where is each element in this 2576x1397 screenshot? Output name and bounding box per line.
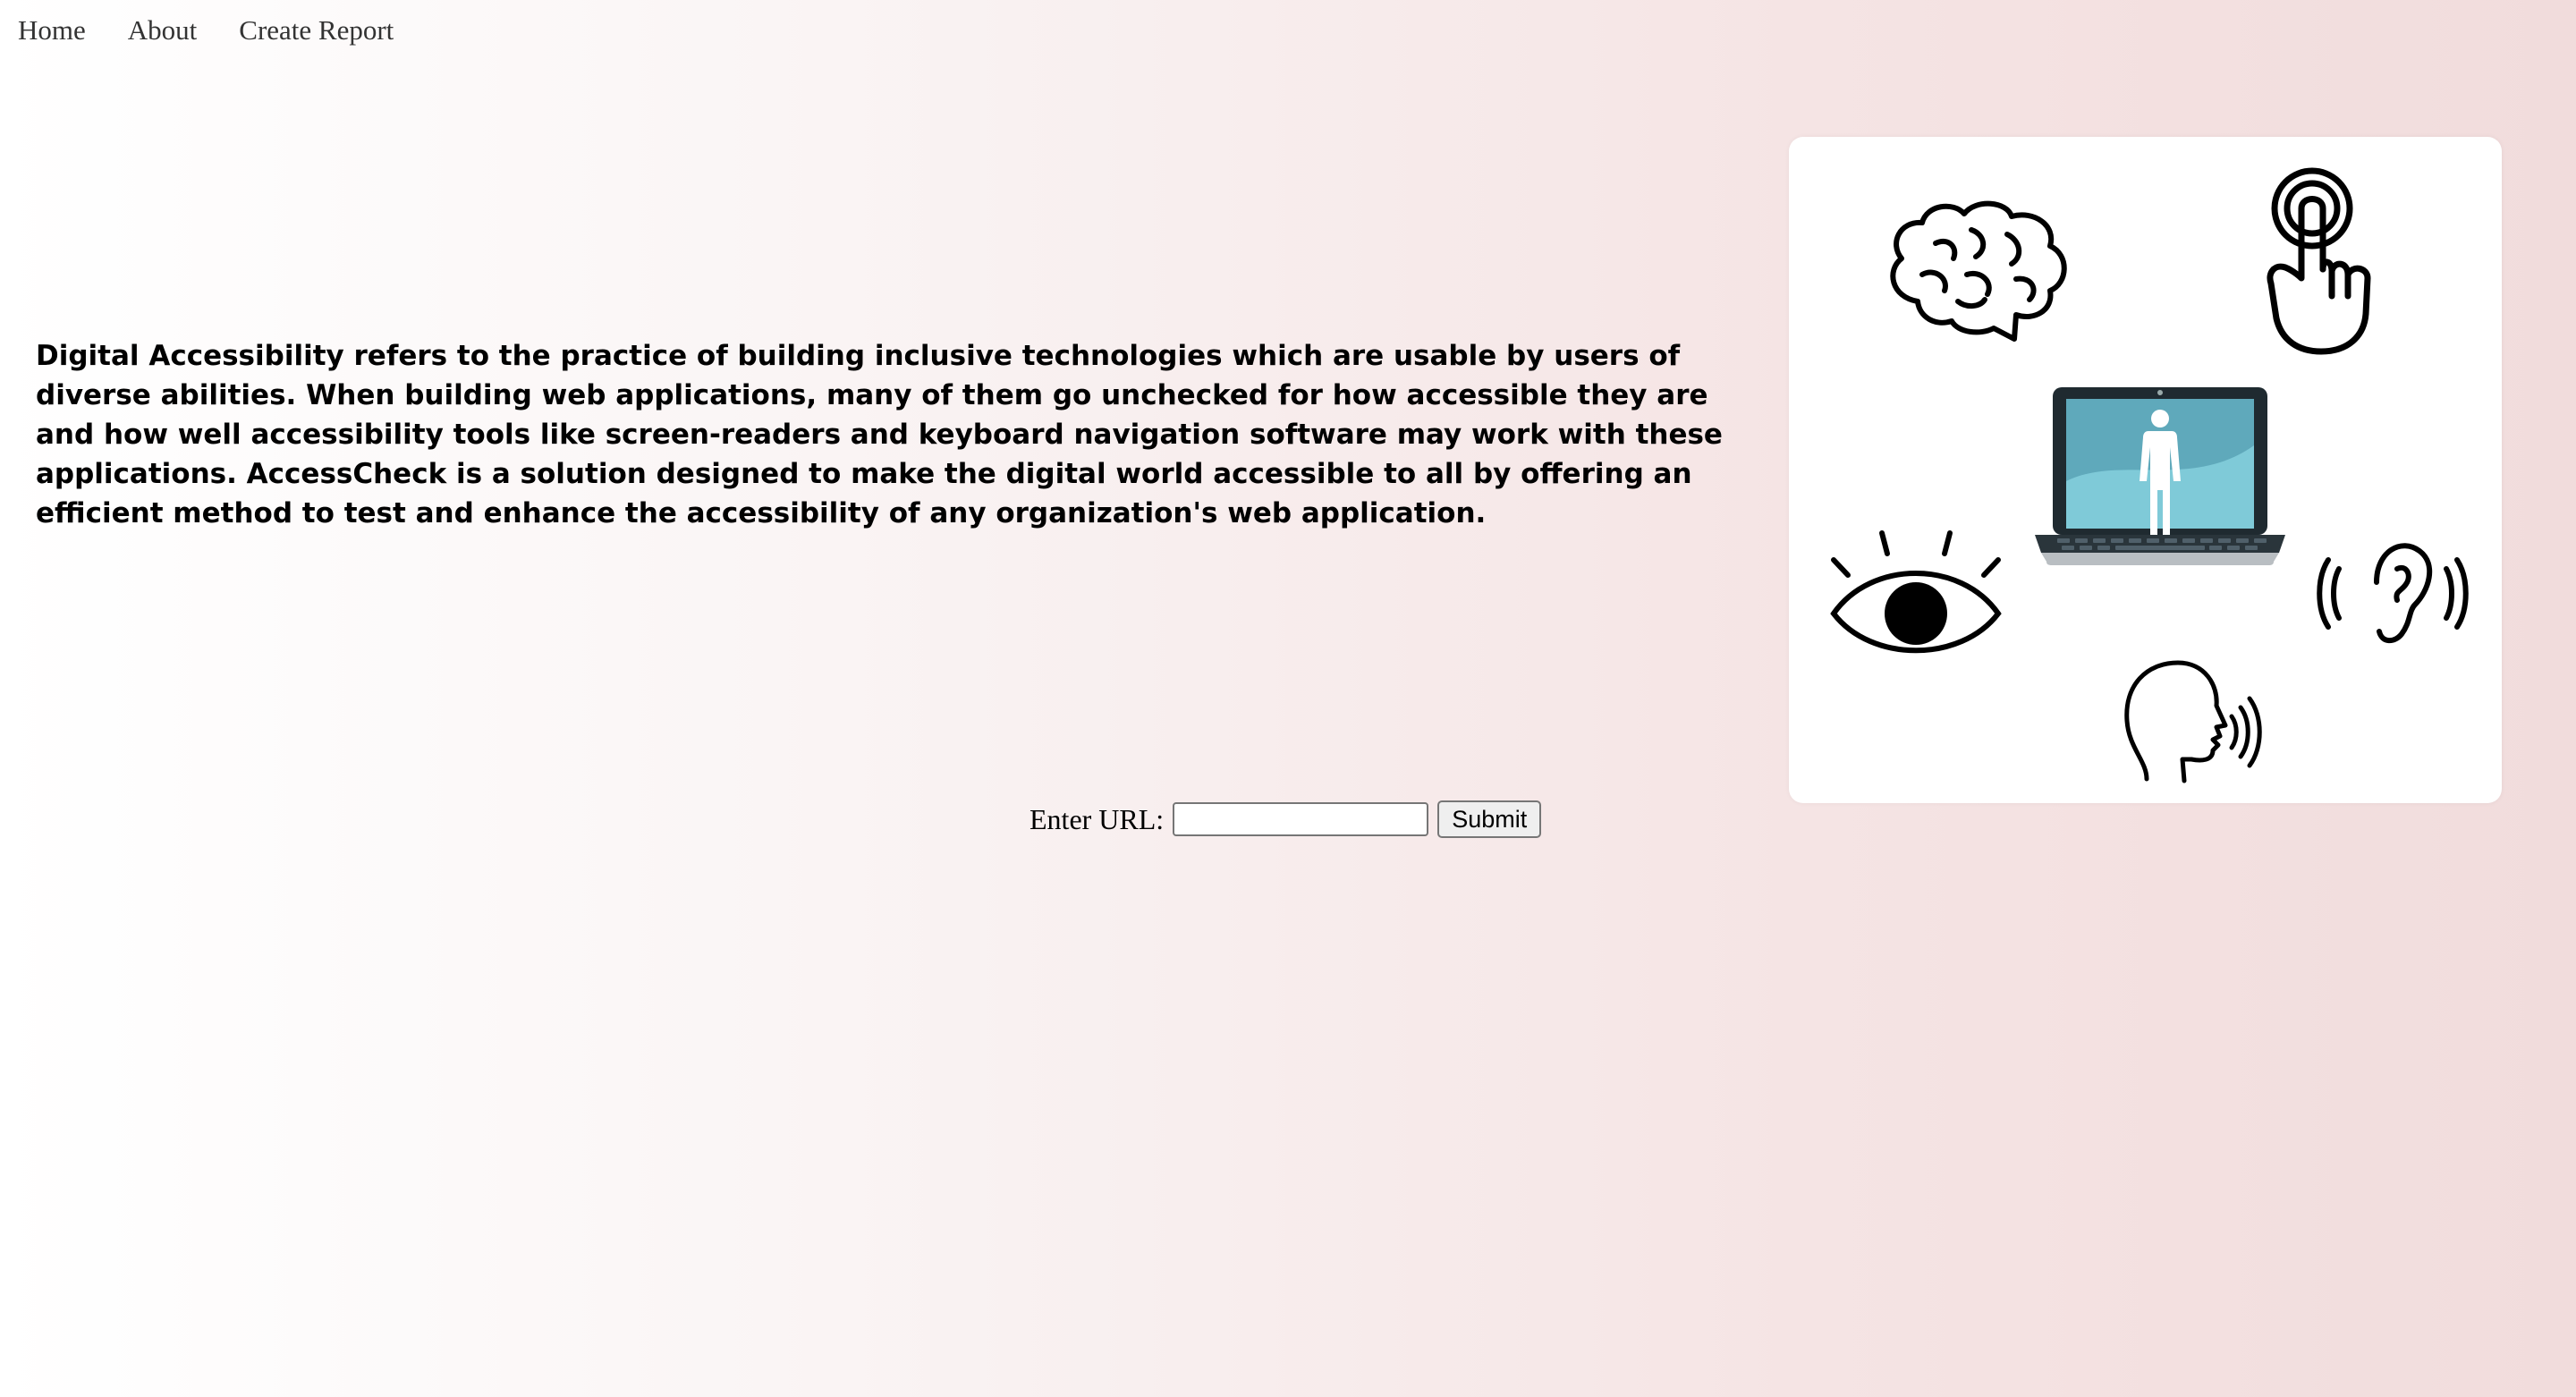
top-nav: Home About Create Report (18, 13, 394, 48)
ear-icon (2317, 543, 2469, 644)
speaking-head-icon (2124, 660, 2262, 783)
brain-icon (1890, 200, 2067, 342)
touch-finger-icon (2267, 167, 2371, 355)
nav-home-link[interactable]: Home (18, 13, 86, 48)
accessibility-illustration (1789, 137, 2502, 803)
url-input[interactable] (1173, 802, 1429, 836)
laptop-person-icon (2035, 387, 2285, 565)
url-form: Enter URL: Submit (1030, 800, 1542, 838)
nav-about-link[interactable]: About (128, 13, 198, 48)
url-label: Enter URL: (1030, 802, 1165, 835)
intro-paragraph: Digital Accessibility refers to the prac… (36, 340, 1723, 529)
eye-icon (1830, 530, 2002, 654)
nav-create-report-link[interactable]: Create Report (239, 13, 394, 48)
submit-button[interactable]: Submit (1437, 800, 1542, 838)
